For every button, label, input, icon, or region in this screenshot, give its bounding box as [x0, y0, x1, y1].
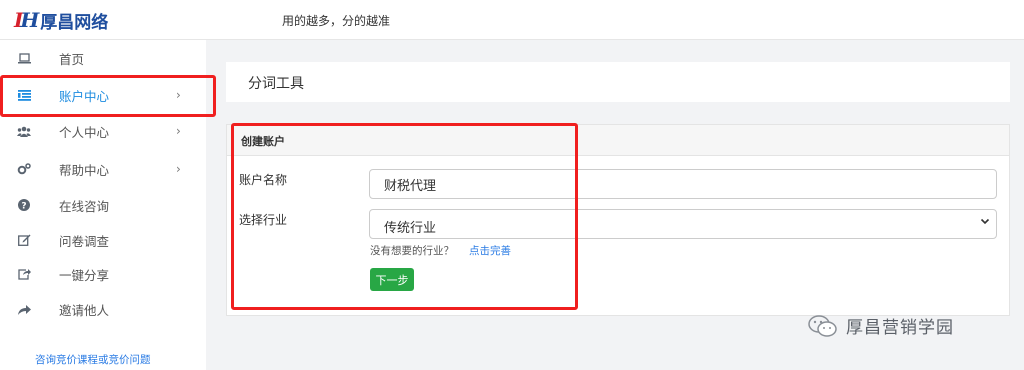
sidebar-item-personal-center[interactable]: 个人中心 › — [0, 113, 206, 149]
wechat-watermark: 厚昌营销学园 — [808, 313, 954, 338]
logo-text: 厚昌网络 — [40, 12, 109, 33]
share-arrow-icon — [17, 302, 31, 316]
chevron-right-icon: › — [176, 88, 181, 102]
industry-select[interactable]: 传统行业 — [369, 209, 997, 239]
sidebar-item-home[interactable]: 首页 — [0, 40, 206, 76]
sidebar-item-one-click-share[interactable]: 一键分享 — [0, 256, 206, 292]
sidebar-item-label: 帮助中心 — [59, 162, 110, 178]
account-name-label: 账户名称 — [239, 173, 288, 187]
panel-title: 创建账户 — [241, 135, 285, 148]
watermark-text: 厚昌营销学园 — [846, 318, 954, 338]
consult-course-link[interactable]: 咨询竞价课程或竞价问题 — [35, 352, 151, 367]
sidebar-item-online-consult[interactable]: ? 在线咨询 — [0, 187, 206, 223]
share-square-icon — [17, 267, 31, 281]
sidebar-item-survey[interactable]: 问卷调查 — [0, 222, 206, 258]
page-title-bar: 分词工具 — [226, 62, 1010, 102]
edit-icon — [17, 233, 31, 247]
question-circle-icon: ? — [17, 198, 31, 212]
wechat-icon — [808, 314, 838, 338]
sidebar-item-label: 账户中心 — [59, 88, 110, 104]
svg-text:?: ? — [21, 201, 26, 211]
sidebar-item-help-center[interactable]: 帮助中心 › — [0, 151, 206, 187]
cogs-icon — [17, 162, 31, 176]
industry-label: 选择行业 — [239, 213, 288, 227]
industry-select-value: 传统行业 — [384, 221, 437, 236]
page-title: 分词工具 — [248, 76, 304, 92]
top-header: IH 厚昌网络 用的越多，分的越准 — [0, 0, 1024, 40]
users-icon — [17, 124, 31, 138]
industry-hint-text: 没有想要的行业？ — [370, 245, 454, 257]
sidebar-item-label: 一键分享 — [59, 267, 110, 283]
sidebar-item-label: 个人中心 — [59, 124, 110, 140]
sidebar: 首页 账户中心 › 个人中心 › 帮助中心 › ? 在线咨询 问卷调查 一键分享… — [0, 40, 206, 370]
laptop-icon — [17, 51, 31, 65]
sidebar-item-label: 首页 — [59, 51, 85, 67]
chevron-down-icon — [980, 216, 990, 229]
sidebar-item-label: 邀请他人 — [59, 302, 110, 318]
sidebar-item-label: 问卷调查 — [59, 233, 110, 249]
create-account-panel: 创建账户 账户名称 选择行业 传统行业 没有想要的行业？ 点击完善 下一步 — [226, 124, 1010, 316]
next-step-button[interactable]: 下一步 — [370, 268, 414, 291]
sidebar-item-label: 在线咨询 — [59, 198, 110, 214]
brand-logo[interactable]: IH 厚昌网络 — [14, 8, 109, 33]
chevron-right-icon: › — [176, 124, 181, 138]
sidebar-item-invite[interactable]: 邀请他人 — [0, 291, 206, 327]
chevron-right-icon: › — [176, 162, 181, 176]
improve-industry-link[interactable]: 点击完善 — [469, 243, 511, 258]
account-name-input[interactable] — [369, 169, 997, 199]
panel-header: 创建账户 — [227, 125, 1009, 156]
header-slogan: 用的越多，分的越准 — [282, 14, 391, 28]
sidebar-item-account-center[interactable]: 账户中心 › — [0, 77, 206, 113]
list-icon — [17, 88, 31, 102]
logo-mark: IH — [14, 8, 39, 32]
